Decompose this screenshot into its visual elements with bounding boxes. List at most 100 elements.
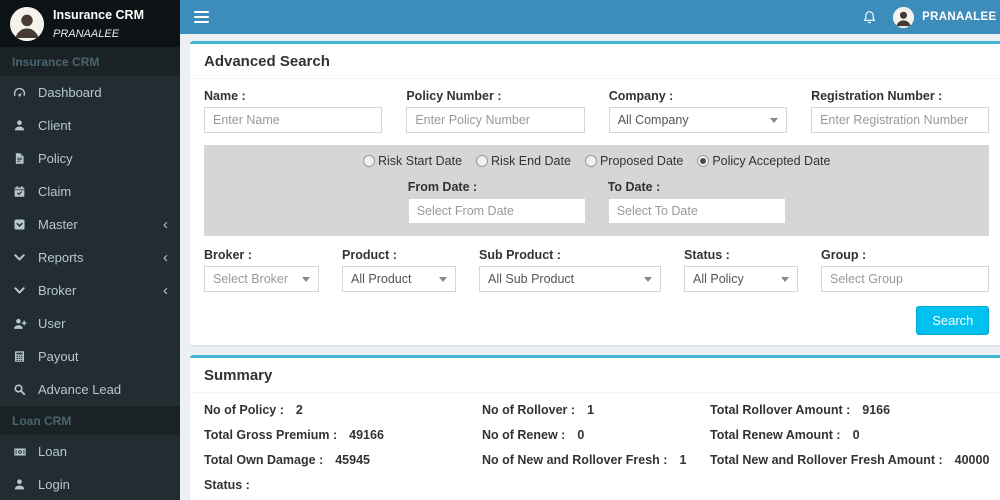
summary-column-3: Total Rollover Amount : 9166 Total Renew … xyxy=(710,403,989,478)
group-label: Group : xyxy=(821,248,867,262)
to-date-input[interactable] xyxy=(607,198,786,224)
topbar: PRANAALEE xyxy=(180,0,1000,34)
stat-value: 1 xyxy=(587,403,595,417)
stat-value: 45945 xyxy=(335,453,370,467)
radio-policy-accepted-date[interactable]: Policy Accepted Date xyxy=(697,154,830,168)
sub-product-select[interactable]: All Sub Product xyxy=(479,266,661,292)
user-avatar xyxy=(893,6,915,28)
status-select[interactable]: All Policy xyxy=(684,266,798,292)
summary-column-1: No of Policy : 2 Total Gross Premium : 491… xyxy=(204,403,482,500)
from-date-input[interactable] xyxy=(407,198,586,224)
broker-label: Broker : xyxy=(204,248,252,262)
chevron-down-icon xyxy=(12,283,27,298)
sidebar-item-label: Payout xyxy=(38,349,79,364)
sub-product-label: Sub Product : xyxy=(479,248,561,262)
brand-header[interactable]: Insurance CRM PRANAALEE xyxy=(0,0,180,47)
summary-stat: No of Policy : 2 xyxy=(204,403,482,417)
sidebar-item-claim[interactable]: Claim xyxy=(0,175,180,208)
stat-label: Total Own Damage : xyxy=(204,453,324,467)
stat-label: No of Renew : xyxy=(482,428,566,442)
stat-label: Total Rollover Amount : xyxy=(710,403,851,417)
angle-left-icon: ‹ xyxy=(163,249,168,266)
company-select[interactable]: All Company xyxy=(608,107,788,133)
advanced-search-title: Advanced Search xyxy=(190,44,1000,79)
radio-risk-end-date[interactable]: Risk End Date xyxy=(476,154,571,168)
product-select[interactable]: All Product xyxy=(342,266,456,292)
radio-circle-icon xyxy=(362,155,375,167)
stat-label: No of New and Rollover Fresh : xyxy=(482,453,668,467)
advanced-search-panel: Advanced Search Name : Policy Number : C… xyxy=(190,41,1000,345)
summary-column-2: No of Rollover : 1 No of Renew : 0 No of N… xyxy=(482,403,710,478)
file-icon xyxy=(12,151,27,166)
dashboard-icon xyxy=(12,85,27,100)
stat-label: Total New and Rollover Fresh Amount : xyxy=(710,453,943,467)
sidebar-item-advance-lead[interactable]: Advance Lead xyxy=(0,373,180,406)
registration-number-label: Registration Number : xyxy=(811,89,943,103)
search-icon xyxy=(12,382,27,397)
user-menu[interactable]: PRANAALEE xyxy=(893,6,997,28)
chevron-down-icon xyxy=(12,250,27,265)
sidebar-item-label: Master xyxy=(38,217,78,232)
sidebar-section-loan-crm: Loan CRM xyxy=(0,406,180,435)
company-label: Company : xyxy=(608,89,674,103)
bell-icon[interactable] xyxy=(862,10,877,25)
status-label: Status : xyxy=(684,248,730,262)
date-filter-band: Risk Start Date Risk End Date Proposed D… xyxy=(204,145,990,236)
sidebar-item-master[interactable]: Master ‹ xyxy=(0,208,180,241)
brand-title: Insurance CRM xyxy=(53,7,144,22)
sidebar-item-label: User xyxy=(38,316,66,331)
radio-circle-checked-icon xyxy=(697,155,710,167)
sub-product-select-value: All Sub Product xyxy=(488,272,575,286)
hamburger-menu-icon[interactable] xyxy=(192,7,211,28)
name-label: Name : xyxy=(204,89,246,103)
from-date-label: From Date : xyxy=(407,180,478,194)
status-select-value: All Policy xyxy=(693,272,744,286)
sidebar: Insurance CRM PRANAALEE Insurance CRM Da… xyxy=(0,0,180,500)
caret-down-icon xyxy=(644,276,652,282)
user-icon xyxy=(12,477,27,492)
sidebar-section-insurance-crm: Insurance CRM xyxy=(0,47,180,76)
topbar-username: PRANAALEE xyxy=(922,11,997,23)
app-window: Insurance CRM PRANAALEE Insurance CRM Da… xyxy=(0,0,1000,500)
stat-value: 9166 xyxy=(862,403,891,417)
user-icon xyxy=(12,118,27,133)
sidebar-item-user[interactable]: User xyxy=(0,307,180,340)
sidebar-item-label: Claim xyxy=(38,184,72,199)
name-input[interactable] xyxy=(204,107,383,133)
sidebar-item-client[interactable]: Client xyxy=(0,109,180,142)
search-button[interactable]: Search xyxy=(916,306,990,335)
radio-proposed-date[interactable]: Proposed Date xyxy=(584,154,683,168)
radio-circle-icon xyxy=(476,155,489,167)
calculator-icon xyxy=(12,349,27,364)
caret-square-down-icon xyxy=(12,217,27,232)
stat-label: No of Rollover : xyxy=(482,403,576,417)
caret-down-icon xyxy=(439,276,447,282)
stat-value: 2 xyxy=(295,403,303,417)
stat-label: No of Policy : xyxy=(204,403,284,417)
sidebar-item-loan[interactable]: Loan xyxy=(0,435,180,468)
summary-stat: No of New and Rollover Fresh : 1 xyxy=(482,453,710,467)
sidebar-item-dashboard[interactable]: Dashboard xyxy=(0,76,180,109)
broker-select[interactable]: Select Broker xyxy=(204,266,319,292)
sidebar-item-broker[interactable]: Broker ‹ xyxy=(0,274,180,307)
summary-stat: Total Rollover Amount : 9166 xyxy=(710,403,989,417)
sidebar-item-label: Reports xyxy=(38,250,84,265)
summary-stat: Status : xyxy=(204,478,482,492)
summary-stat: Total Own Damage : 45945 xyxy=(204,453,482,467)
brand-subtitle: PRANAALEE xyxy=(53,27,120,40)
sidebar-item-label: Client xyxy=(38,118,72,133)
registration-number-input[interactable] xyxy=(811,107,990,133)
angle-left-icon: ‹ xyxy=(163,216,168,233)
summary-panel: Summary No of Policy : 2 Total Gross Prem… xyxy=(190,355,1000,500)
sidebar-item-label: Advance Lead xyxy=(38,382,122,397)
radio-risk-start-date[interactable]: Risk Start Date xyxy=(362,154,462,168)
sidebar-item-login[interactable]: Login xyxy=(0,468,180,500)
sidebar-item-label: Login xyxy=(38,477,70,492)
sidebar-item-reports[interactable]: Reports ‹ xyxy=(0,241,180,274)
stat-label: Status : xyxy=(204,478,250,492)
group-input[interactable] xyxy=(821,266,990,292)
policy-number-input[interactable] xyxy=(406,107,585,133)
sidebar-item-payout[interactable]: Payout xyxy=(0,340,180,373)
sidebar-item-policy[interactable]: Policy xyxy=(0,142,180,175)
stat-value: 40000 xyxy=(954,453,990,467)
